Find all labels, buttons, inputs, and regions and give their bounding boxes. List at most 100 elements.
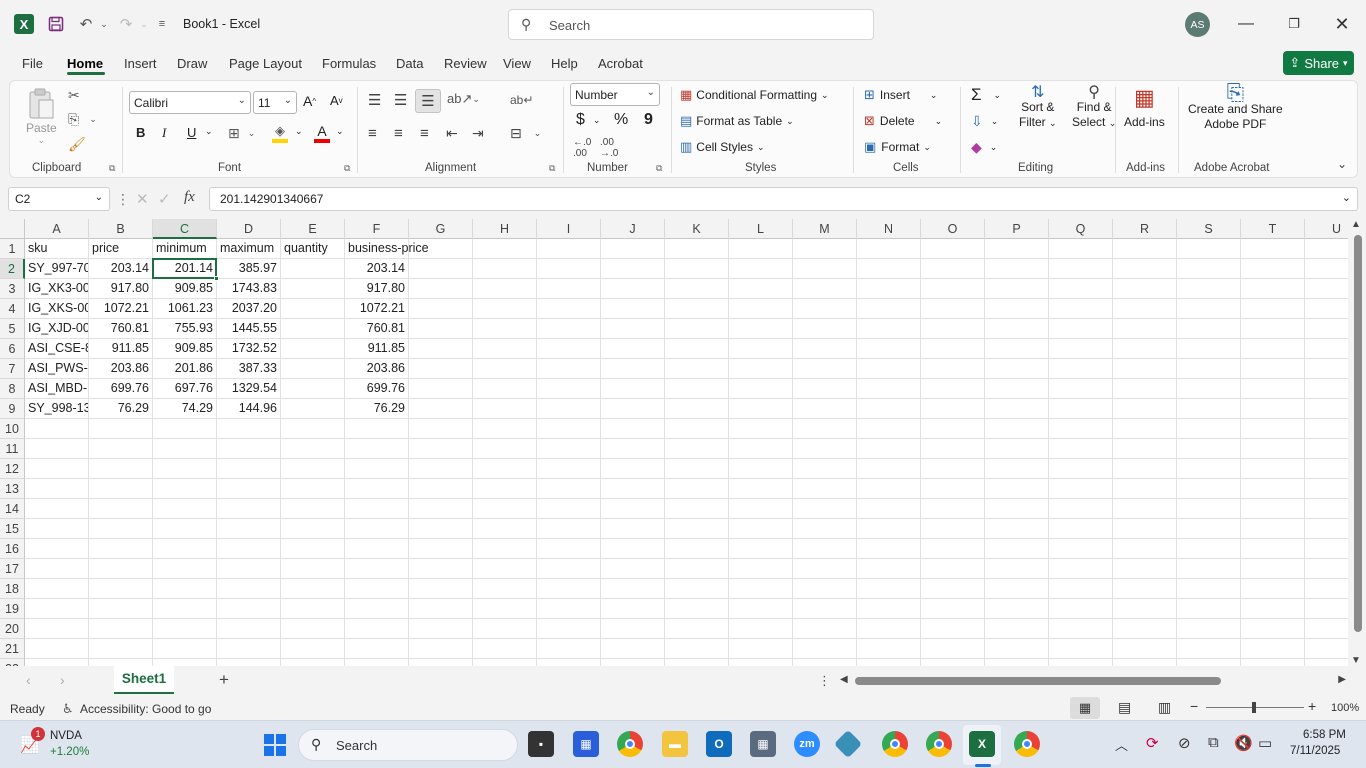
- sku-cell[interactable]: SY_998-13: [25, 399, 89, 419]
- cell[interactable]: [153, 559, 217, 579]
- store-icon[interactable]: ▦: [573, 731, 599, 757]
- merge-center-icon[interactable]: ⊟ ⌄: [510, 125, 541, 142]
- cell[interactable]: [537, 459, 601, 479]
- row-header[interactable]: 9: [0, 399, 25, 419]
- horizontal-scroll-thumb[interactable]: [855, 677, 1221, 685]
- cell[interactable]: [601, 339, 665, 359]
- value-cell[interactable]: 1061.23: [153, 299, 217, 319]
- cell[interactable]: [1049, 499, 1113, 519]
- cell[interactable]: [1113, 539, 1177, 559]
- cell[interactable]: [89, 419, 153, 439]
- cell[interactable]: [1049, 379, 1113, 399]
- windows-start-icon[interactable]: [262, 732, 288, 758]
- cell[interactable]: [473, 299, 537, 319]
- cell[interactable]: [89, 539, 153, 559]
- cell[interactable]: [921, 639, 985, 659]
- tab-acrobat[interactable]: Acrobat: [598, 56, 643, 71]
- cell[interactable]: [985, 499, 1049, 519]
- undo-icon[interactable]: ↶: [76, 14, 96, 34]
- tab-file[interactable]: File: [22, 56, 43, 71]
- row-header[interactable]: 18: [0, 579, 25, 599]
- cell[interactable]: [537, 419, 601, 439]
- cell[interactable]: [473, 239, 537, 259]
- cell[interactable]: [1177, 439, 1241, 459]
- clock-time[interactable]: 6:58 PM: [1303, 729, 1346, 741]
- cell[interactable]: [1241, 659, 1305, 666]
- header-cell[interactable]: business-price: [345, 239, 429, 259]
- cell[interactable]: [921, 379, 985, 399]
- cell[interactable]: [537, 639, 601, 659]
- cell[interactable]: [601, 559, 665, 579]
- cell[interactable]: [857, 339, 921, 359]
- cell[interactable]: [1241, 499, 1305, 519]
- value-cell[interactable]: 917.80: [345, 279, 409, 299]
- cell[interactable]: [281, 419, 345, 439]
- font-color-icon[interactable]: A: [314, 123, 330, 143]
- cell[interactable]: [985, 419, 1049, 439]
- cell[interactable]: [1177, 519, 1241, 539]
- cell[interactable]: [665, 619, 729, 639]
- cell[interactable]: [473, 319, 537, 339]
- conditional-formatting-button[interactable]: ▦ Conditional Formatting ⌄: [680, 87, 829, 103]
- cell[interactable]: [473, 559, 537, 579]
- cell[interactable]: [1241, 399, 1305, 419]
- cell[interactable]: [25, 439, 89, 459]
- display-icon[interactable]: ⧉: [1208, 734, 1219, 751]
- cell[interactable]: [89, 479, 153, 499]
- cell[interactable]: [985, 639, 1049, 659]
- find-select-button[interactable]: ⚲ Find & Select ⌄: [1072, 85, 1116, 131]
- row-header[interactable]: 5: [0, 319, 25, 339]
- row-header[interactable]: 10: [0, 419, 25, 439]
- cell[interactable]: [793, 499, 857, 519]
- cell[interactable]: [473, 579, 537, 599]
- cell[interactable]: [153, 459, 217, 479]
- cell[interactable]: [793, 299, 857, 319]
- cell[interactable]: [537, 499, 601, 519]
- cell[interactable]: [153, 619, 217, 639]
- cell[interactable]: [1241, 559, 1305, 579]
- clock-date[interactable]: 7/11/2025: [1290, 745, 1340, 757]
- cell[interactable]: [89, 519, 153, 539]
- scroll-up-icon[interactable]: ▲: [1351, 219, 1361, 230]
- cell[interactable]: [1113, 359, 1177, 379]
- cell[interactable]: [793, 579, 857, 599]
- cell[interactable]: [1113, 639, 1177, 659]
- value-cell[interactable]: 387.33: [217, 359, 281, 379]
- cut-icon[interactable]: ✂: [68, 87, 80, 104]
- cell[interactable]: [1049, 399, 1113, 419]
- cell[interactable]: [857, 599, 921, 619]
- cell[interactable]: [409, 419, 473, 439]
- cell[interactable]: [537, 519, 601, 539]
- cell[interactable]: [729, 639, 793, 659]
- format-cells-button[interactable]: ▣ Format ⌄: [864, 139, 931, 155]
- cell[interactable]: [985, 379, 1049, 399]
- zoom-slider-thumb[interactable]: [1252, 702, 1256, 713]
- row-header[interactable]: 2: [0, 259, 25, 279]
- column-header[interactable]: N: [857, 219, 921, 239]
- cell[interactable]: [1113, 479, 1177, 499]
- cell[interactable]: [25, 619, 89, 639]
- cell[interactable]: [345, 599, 409, 619]
- cell[interactable]: [601, 619, 665, 639]
- cell[interactable]: [537, 539, 601, 559]
- cell[interactable]: [857, 559, 921, 579]
- clear-icon[interactable]: ◆ ⌄: [971, 139, 997, 156]
- cell[interactable]: [793, 459, 857, 479]
- cell[interactable]: [25, 539, 89, 559]
- cell[interactable]: [281, 439, 345, 459]
- cell[interactable]: [345, 439, 409, 459]
- cell[interactable]: [473, 539, 537, 559]
- cell[interactable]: [1177, 239, 1241, 259]
- cell[interactable]: [793, 439, 857, 459]
- cell[interactable]: [409, 359, 473, 379]
- percent-button[interactable]: %: [614, 111, 628, 129]
- sku-cell[interactable]: ASI_MBD-: [25, 379, 89, 399]
- cell[interactable]: [281, 299, 345, 319]
- cell[interactable]: [729, 239, 793, 259]
- column-header[interactable]: M: [793, 219, 857, 239]
- cell[interactable]: [601, 259, 665, 279]
- cell[interactable]: [601, 419, 665, 439]
- cell[interactable]: [1049, 439, 1113, 459]
- cell[interactable]: [409, 259, 473, 279]
- cell[interactable]: [409, 299, 473, 319]
